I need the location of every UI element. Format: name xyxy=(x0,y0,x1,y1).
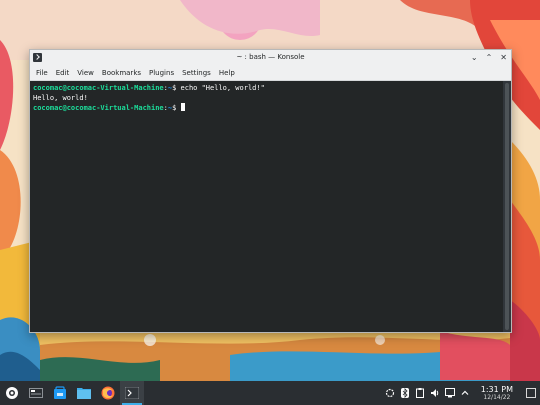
taskbar: 1:31 PM 12/14/22 xyxy=(0,381,540,405)
settings-icon[interactable] xyxy=(385,388,395,398)
text-cursor xyxy=(180,103,185,111)
system-tray: 1:31 PM 12/14/22 xyxy=(385,384,540,401)
command-text: $ echo "Hello, world!" xyxy=(172,84,265,92)
terminal-line-1: cocomac@cocomac-Virtual-Machine:~$ echo … xyxy=(33,84,500,94)
bluetooth-icon[interactable] xyxy=(400,388,410,398)
konsole-app-icon[interactable] xyxy=(33,53,42,62)
window-title: ~ : bash — Konsole xyxy=(236,53,305,61)
prompt-user: cocomac@cocomac-Virtual-Machine xyxy=(33,104,164,112)
terminal-scrollbar[interactable] xyxy=(503,81,511,332)
network-icon[interactable] xyxy=(444,388,455,398)
terminal-area[interactable]: cocomac@cocomac-Virtual-Machine:~$ echo … xyxy=(30,81,503,332)
minimize-button[interactable]: ⌄ xyxy=(471,50,478,65)
konsole-icon[interactable] xyxy=(120,381,144,405)
firefox-icon[interactable] xyxy=(96,381,120,405)
dolphin-icon[interactable] xyxy=(72,381,96,405)
menu-bar: File Edit View Bookmarks Plugins Setting… xyxy=(30,65,511,81)
clock-time: 1:31 PM xyxy=(480,384,513,394)
prompt-symbol: $ xyxy=(172,104,181,112)
terminal-line-3: cocomac@cocomac-Virtual-Machine:~$ xyxy=(33,103,500,114)
menu-settings[interactable]: Settings xyxy=(180,69,217,77)
application-launcher-icon[interactable] xyxy=(0,381,24,405)
scrollbar-thumb[interactable] xyxy=(505,83,509,330)
pager-icon[interactable] xyxy=(24,381,48,405)
command-output: Hello, world! xyxy=(33,93,88,102)
maximize-button[interactable]: ⌃ xyxy=(486,50,493,65)
show-desktop-icon[interactable] xyxy=(526,388,536,398)
discover-icon[interactable] xyxy=(48,381,72,405)
menu-help[interactable]: Help xyxy=(217,69,241,77)
clipboard-icon[interactable] xyxy=(415,388,425,398)
terminal-line-2: Hello, world! xyxy=(33,94,500,104)
menu-view[interactable]: View xyxy=(75,69,100,77)
close-button[interactable]: ✕ xyxy=(500,50,507,65)
tray-expand-icon[interactable] xyxy=(460,388,470,398)
window-titlebar[interactable]: ~ : bash — Konsole ⌄ ⌃ ✕ xyxy=(30,50,511,65)
menu-bookmarks[interactable]: Bookmarks xyxy=(100,69,147,77)
digital-clock[interactable]: 1:31 PM 12/14/22 xyxy=(475,384,519,401)
menu-file[interactable]: File xyxy=(34,69,54,77)
menu-edit[interactable]: Edit xyxy=(54,69,76,77)
clock-date: 12/14/22 xyxy=(483,393,511,401)
konsole-window: ~ : bash — Konsole ⌄ ⌃ ✕ File Edit View … xyxy=(29,49,512,333)
menu-plugins[interactable]: Plugins xyxy=(147,69,180,77)
volume-icon[interactable] xyxy=(430,388,440,398)
prompt-user: cocomac@cocomac-Virtual-Machine xyxy=(33,84,164,92)
